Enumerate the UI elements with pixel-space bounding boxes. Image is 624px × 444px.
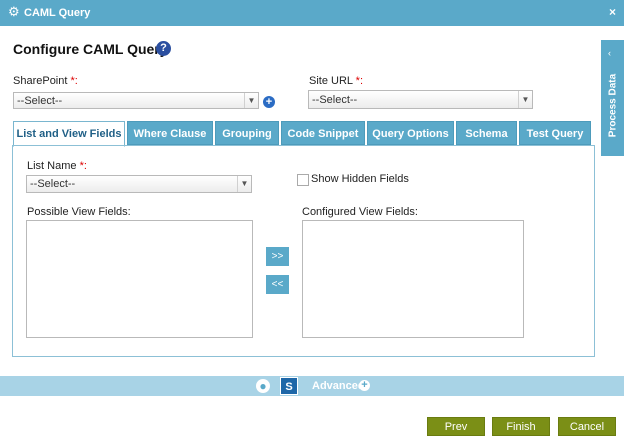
site-url-select[interactable]: --Select-- ▼ [308, 90, 533, 109]
plus-icon[interactable]: + [359, 380, 370, 391]
list-name-select[interactable]: --Select-- ▼ [26, 175, 252, 193]
remove-fields-button[interactable]: << [266, 275, 289, 294]
gear-icon: ⚙ [8, 4, 20, 19]
process-data-side-tab[interactable]: ‹ Process Data [601, 40, 624, 156]
configured-view-fields-list[interactable] [302, 220, 524, 338]
chevron-left-icon: ‹ [608, 48, 611, 58]
cancel-button[interactable]: Cancel [558, 417, 616, 436]
chevron-down-icon: ▼ [237, 176, 251, 192]
sharepoint-label: SharePoint *: [13, 75, 78, 87]
site-url-label: Site URL *: [309, 75, 364, 87]
add-sharepoint-button[interactable]: + [263, 96, 275, 108]
sharepoint-select[interactable]: --Select-- ▼ [13, 92, 259, 109]
sharepoint-icon[interactable]: S [280, 377, 298, 395]
possible-view-fields-label: Possible View Fields: [27, 206, 131, 218]
show-hidden-fields-label: Show Hidden Fields [311, 173, 409, 185]
title-bar: ⚙ CAML Query × [0, 0, 624, 26]
close-icon[interactable]: × [609, 5, 616, 19]
chevron-down-icon: ▼ [244, 93, 258, 108]
advanced-label[interactable]: Advanced [312, 380, 365, 392]
list-name-label: List Name *: [27, 160, 87, 172]
show-hidden-fields-checkbox[interactable] [297, 174, 309, 186]
chevron-down-icon: ▼ [518, 91, 532, 108]
configured-view-fields-label: Configured View Fields: [302, 206, 418, 218]
tab-test-query[interactable]: Test Query [519, 121, 591, 145]
page-title: Configure CAML Query [13, 41, 168, 57]
add-fields-button[interactable]: >> [266, 247, 289, 266]
window-title: CAML Query [24, 7, 91, 19]
help-icon[interactable]: ? [156, 41, 171, 56]
globe-icon[interactable]: ● [256, 379, 270, 393]
tab-query-options[interactable]: Query Options [367, 121, 454, 145]
advanced-bar: ● S Advanced + [0, 376, 624, 396]
tab-where-clause[interactable]: Where Clause [127, 121, 213, 145]
finish-button[interactable]: Finish [492, 417, 550, 436]
tab-list-and-view-fields[interactable]: List and View Fields [13, 121, 125, 147]
tab-code-snippet[interactable]: Code Snippet [281, 121, 365, 145]
possible-view-fields-list[interactable] [26, 220, 253, 338]
tab-grouping[interactable]: Grouping [215, 121, 279, 145]
prev-button[interactable]: Prev [427, 417, 485, 436]
tab-schema[interactable]: Schema [456, 121, 517, 145]
